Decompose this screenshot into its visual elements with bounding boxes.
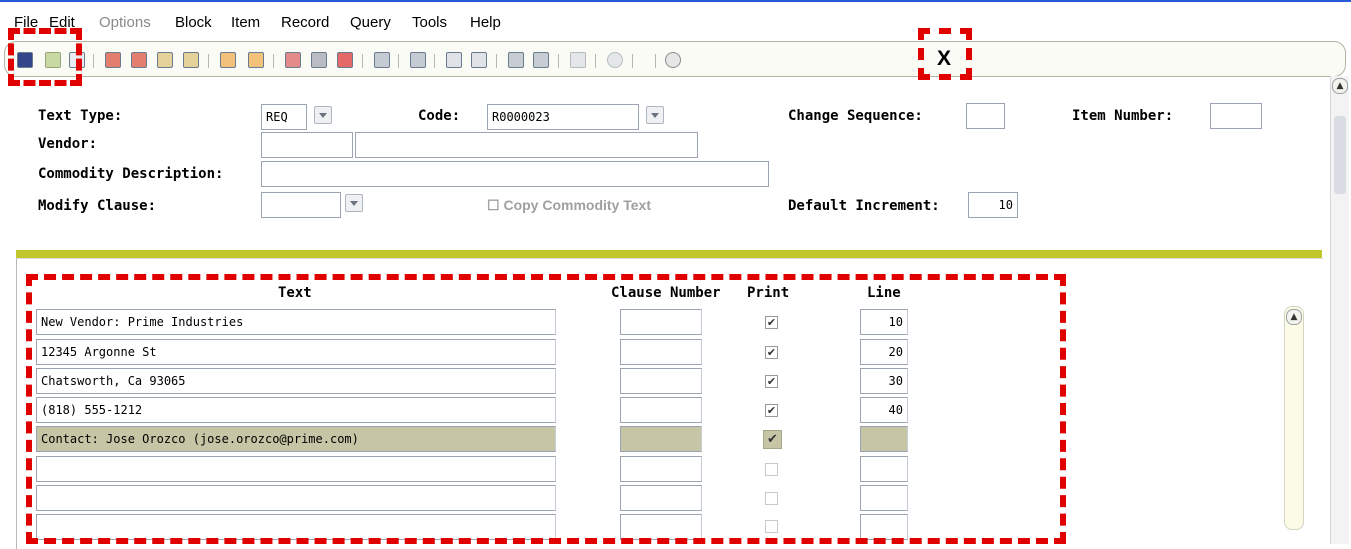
menu-options[interactable]: Options bbox=[99, 14, 151, 31]
menu-bar: File Edit Options Block Item Record Quer… bbox=[0, 14, 1351, 36]
menu-query[interactable]: Query bbox=[350, 14, 391, 31]
scrollbar-thumb[interactable] bbox=[1334, 116, 1346, 194]
menu-item[interactable]: Item bbox=[231, 14, 260, 31]
text-type-dropdown-icon[interactable] bbox=[314, 106, 332, 124]
toolbar-separator bbox=[434, 54, 435, 68]
checkbox-icon: ☐ bbox=[487, 197, 500, 213]
enter-query-icon[interactable] bbox=[285, 52, 301, 68]
default-increment-field[interactable]: 10 bbox=[968, 192, 1018, 218]
annotation-save-rollback bbox=[8, 28, 82, 86]
change-sequence-field[interactable] bbox=[966, 103, 1005, 129]
toolbar-separator bbox=[655, 54, 656, 68]
previous-block-icon[interactable] bbox=[220, 52, 236, 68]
toolbar-separator bbox=[273, 54, 274, 68]
menu-help[interactable]: Help bbox=[470, 14, 501, 31]
menu-tools[interactable]: Tools bbox=[412, 14, 447, 31]
insert-record-icon[interactable] bbox=[105, 52, 121, 68]
toolbar-separator bbox=[595, 54, 596, 68]
text-type-field[interactable]: REQ bbox=[261, 104, 307, 130]
first-record-icon[interactable] bbox=[157, 52, 173, 68]
word-icon[interactable] bbox=[471, 52, 487, 68]
code-dropdown-icon[interactable] bbox=[646, 106, 664, 124]
modify-clause-label: Modify Clause: bbox=[38, 198, 157, 214]
toolbar-separator bbox=[362, 54, 363, 68]
export-icon[interactable] bbox=[410, 52, 426, 68]
text-type-label: Text Type: bbox=[38, 108, 123, 124]
copy-commodity-text-label: Copy Commodity Text bbox=[503, 197, 651, 213]
help-icon[interactable] bbox=[665, 52, 681, 68]
target-icon[interactable] bbox=[607, 52, 623, 68]
annotation-exit bbox=[918, 28, 972, 80]
toolbar-separator bbox=[208, 54, 209, 68]
next-block-icon[interactable] bbox=[248, 52, 264, 68]
menu-record[interactable]: Record bbox=[281, 14, 329, 31]
annotation-detail-block bbox=[26, 274, 1066, 544]
scroll-up-icon[interactable]: ▲ bbox=[1332, 78, 1348, 94]
vendor-label: Vendor: bbox=[38, 136, 98, 152]
commodity-description-label: Commodity Description: bbox=[38, 166, 224, 182]
modify-clause-field[interactable] bbox=[261, 192, 341, 218]
toolbar-separator bbox=[398, 54, 399, 68]
exit-form-icon[interactable] bbox=[533, 52, 549, 68]
commodity-description-field[interactable] bbox=[261, 161, 769, 187]
window-top-border bbox=[0, 0, 1351, 2]
code-label: Code: bbox=[418, 108, 461, 124]
item-number-label: Item Number: bbox=[1072, 108, 1174, 124]
code-field[interactable]: R0000023 bbox=[487, 104, 639, 130]
scroll-up-icon[interactable]: ▲ bbox=[1286, 309, 1302, 325]
change-sequence-label: Change Sequence: bbox=[788, 108, 923, 124]
default-increment-label: Default Increment: bbox=[788, 198, 940, 214]
toolbar-separator bbox=[558, 54, 559, 68]
toolbar: X bbox=[4, 41, 1346, 77]
last-record-icon[interactable] bbox=[183, 52, 199, 68]
cancel-query-icon[interactable] bbox=[337, 52, 353, 68]
toolbar-separator bbox=[496, 54, 497, 68]
copy-commodity-text-checkbox[interactable]: ☐ Copy Commodity Text bbox=[487, 197, 651, 214]
excel-icon[interactable] bbox=[446, 52, 462, 68]
item-number-field[interactable] bbox=[1210, 103, 1262, 129]
menu-block[interactable]: Block bbox=[175, 14, 212, 31]
speaker-icon[interactable] bbox=[570, 52, 586, 68]
modify-clause-dropdown-icon[interactable] bbox=[345, 194, 363, 212]
detail-vertical-scrollbar[interactable]: ▲ bbox=[1284, 306, 1304, 530]
remove-record-icon[interactable] bbox=[131, 52, 147, 68]
toolbar-separator bbox=[632, 54, 633, 68]
execute-query-icon[interactable] bbox=[311, 52, 327, 68]
block-divider bbox=[16, 250, 1322, 258]
toolbar-separator bbox=[93, 54, 94, 68]
vendor-id-field[interactable] bbox=[261, 132, 353, 158]
vendor-name-field[interactable] bbox=[355, 132, 698, 158]
print-icon[interactable] bbox=[374, 52, 390, 68]
extract-icon[interactable] bbox=[508, 52, 524, 68]
main-vertical-scrollbar[interactable]: ▲ bbox=[1330, 76, 1349, 544]
